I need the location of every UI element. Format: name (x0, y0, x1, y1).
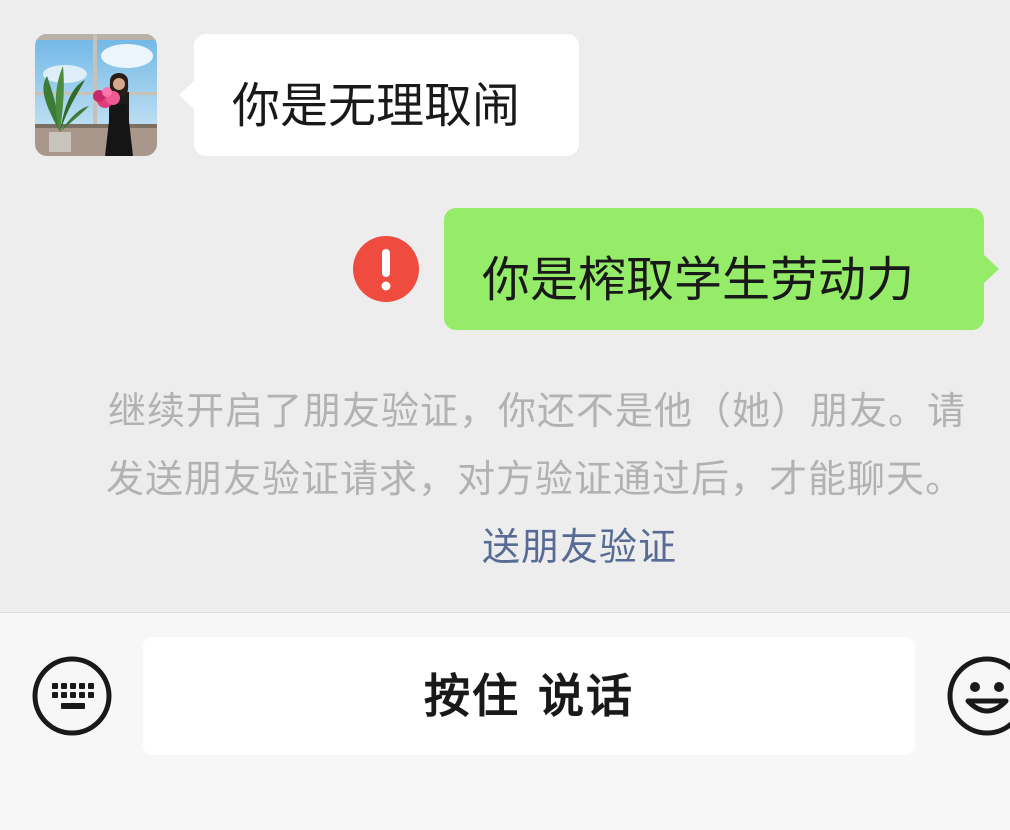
send-failed-icon[interactable] (353, 236, 419, 302)
system-notice-line-1: 继续开启了朋友验证，你还不是他（她）朋友。请 (108, 389, 967, 433)
send-friend-verification-link[interactable]: 送朋友验证 (482, 516, 677, 571)
contact-avatar[interactable] (35, 34, 157, 156)
outgoing-message-text: 你是榨取学生劳动力 (482, 252, 915, 308)
hold-to-talk-button[interactable]: 按住 说话 (143, 637, 915, 755)
chat-area[interactable]: 你是无理取闹 你是榨取学生劳动力 继续开启了朋友验证，你还不是他（她）朋友。请 … (0, 0, 1010, 612)
contact-avatar-image (35, 34, 157, 156)
incoming-message-bubble[interactable]: 你是无理取闹 (179, 34, 579, 156)
system-notice-line-2: 发送朋友验证请求，对方验证通过后，才能聊天。 (106, 457, 965, 501)
input-bar: 按住 说话 (0, 612, 1010, 830)
keyboard-icon[interactable] (31, 655, 113, 737)
incoming-message-text: 你是无理取闹 (232, 78, 521, 134)
outgoing-message-bubble[interactable]: 你是榨取学生劳动力 (444, 208, 999, 330)
smiley-icon[interactable] (946, 655, 1010, 737)
